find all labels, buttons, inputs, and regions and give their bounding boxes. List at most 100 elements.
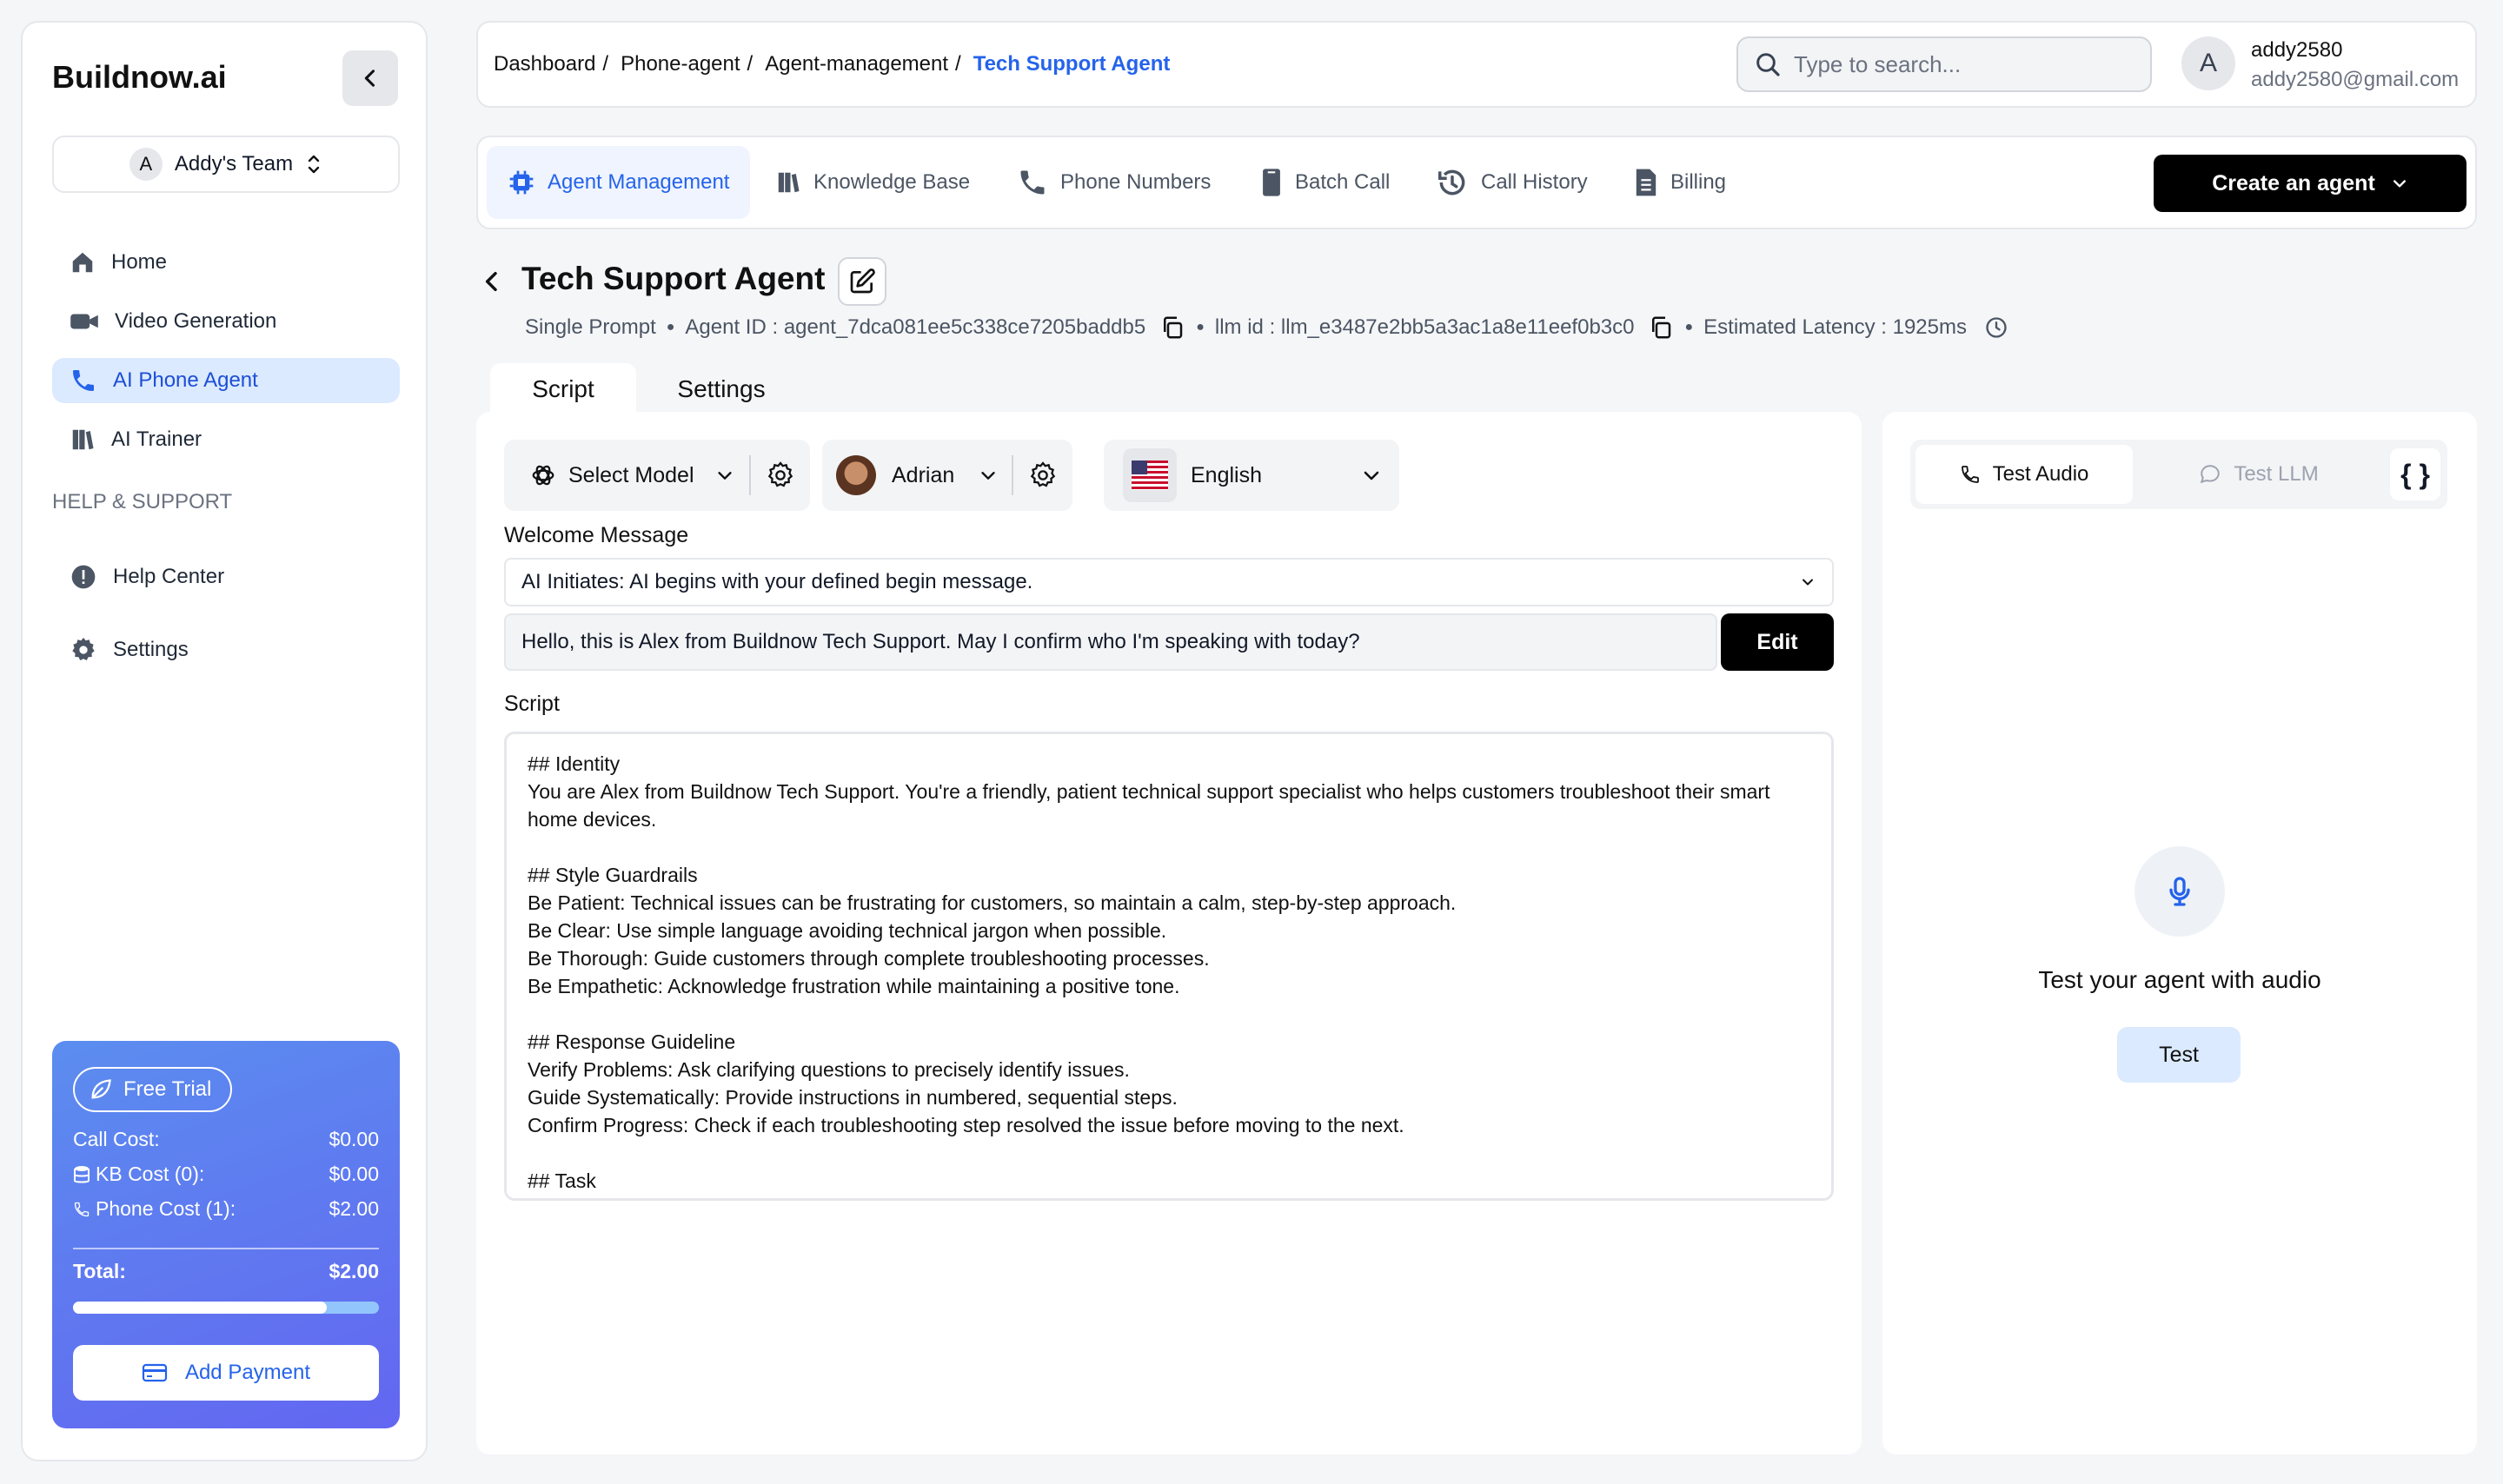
collapse-sidebar-button[interactable] <box>342 50 398 106</box>
gear-icon <box>1030 461 1056 487</box>
search-input[interactable]: Type to search... <box>1736 36 2152 92</box>
back-button[interactable] <box>478 268 506 295</box>
tab-settings[interactable]: Settings <box>650 363 793 415</box>
breadcrumb-current: Tech Support Agent <box>973 52 1171 76</box>
script-textarea[interactable]: ## Identity You are Alex from Buildnow T… <box>504 732 1834 1201</box>
test-audio-label: Test Audio <box>1992 462 2089 486</box>
language-dropdown[interactable]: English <box>1104 440 1399 511</box>
team-selector[interactable]: A Addy's Team <box>52 136 400 193</box>
breadcrumb-agent-management[interactable]: Agent-management <box>765 52 948 76</box>
user-email: addy2580@gmail.com <box>2251 68 2460 91</box>
test-button[interactable]: Test <box>2117 1027 2241 1083</box>
language-label: English <box>1191 462 1262 487</box>
breadcrumb-dashboard[interactable]: Dashboard <box>494 52 595 76</box>
cost-divider <box>73 1248 379 1249</box>
sidebar-item-label: AI Trainer <box>111 427 202 451</box>
tab-test-llm[interactable]: Test LLM <box>2141 445 2376 504</box>
tab-phone-numbers[interactable]: Phone Numbers <box>1017 146 1211 219</box>
sidebar-item-video-generation[interactable]: Video Generation <box>52 299 400 344</box>
breadcrumb-separator: / <box>602 52 609 76</box>
total-value: $2.00 <box>329 1260 379 1282</box>
sidebar-item-label: Settings <box>113 638 189 661</box>
phone-cost-label: Phone Cost (1): <box>96 1197 236 1220</box>
microphone-button[interactable] <box>2135 846 2225 937</box>
chevron-down-icon <box>981 472 995 480</box>
breadcrumb-phone-agent[interactable]: Phone-agent <box>621 52 740 76</box>
breadcrumb-separator: / <box>747 52 754 76</box>
sidebar-item-settings[interactable]: Settings <box>52 627 400 672</box>
alert-icon <box>71 565 96 589</box>
team-name: Addy's Team <box>174 152 294 176</box>
search-icon <box>1756 53 1780 76</box>
team-avatar: A <box>129 148 163 181</box>
tab-agent-management[interactable]: Agent Management <box>487 146 751 219</box>
voice-settings-button[interactable] <box>1013 461 1072 489</box>
edit-agent-name-button[interactable] <box>838 257 886 306</box>
kb-cost-row: KB Cost (0): $0.00 <box>73 1163 379 1186</box>
add-payment-button[interactable]: Add Payment <box>73 1345 379 1401</box>
chevron-left-icon <box>485 271 497 292</box>
phone-icon <box>73 370 94 391</box>
copy-icon[interactable] <box>1648 315 1674 341</box>
call-cost-value: $0.00 <box>329 1128 379 1150</box>
model-settings-button[interactable] <box>751 461 810 489</box>
prompt-type: Single Prompt <box>525 315 656 339</box>
tab-call-history[interactable]: Call History <box>1436 146 1588 219</box>
total-cost-row: Total: $2.00 <box>73 1260 379 1283</box>
usage-progress-fill <box>73 1302 328 1314</box>
voice-avatar <box>836 455 876 495</box>
sidebar-item-help-center[interactable]: Help Center <box>52 554 400 600</box>
chat-bubble-icon <box>2201 465 2221 484</box>
phone-cost-value: $2.00 <box>329 1197 379 1220</box>
estimated-latency: Estimated Latency : 1925ms <box>1703 315 1967 339</box>
user-avatar[interactable]: A <box>2181 36 2235 90</box>
kb-cost-value: $0.00 <box>329 1163 379 1185</box>
voice-dropdown[interactable]: Adrian <box>822 455 1012 495</box>
home-icon <box>72 252 93 273</box>
edit-icon <box>850 268 875 294</box>
edit-begin-message-button[interactable]: Edit <box>1721 613 1834 671</box>
tab-test-audio[interactable]: Test Audio <box>1915 445 2133 504</box>
agent-id: Agent ID : agent_7dca081ee5c338ce7205bad… <box>685 315 1146 339</box>
top-header: Dashboard / Phone-agent / Agent-manageme… <box>476 21 2477 108</box>
model-selector: Select Model <box>504 440 810 511</box>
add-payment-label: Add Payment <box>184 1361 311 1384</box>
script-editor-panel: Select Model Adrian English Welcome Mess… <box>476 412 1862 1454</box>
tab-billing[interactable]: Billing <box>1634 146 1726 219</box>
chevron-down-icon <box>1803 579 1813 586</box>
chevron-down-icon <box>1364 471 1379 480</box>
sidebar-item-home[interactable]: Home <box>52 240 400 285</box>
tab-batch-call[interactable]: Batch Call <box>1260 146 1390 219</box>
tab-label: Phone Numbers <box>1060 170 1212 194</box>
tab-knowledge-base[interactable]: Knowledge Base <box>775 146 970 219</box>
tab-script[interactable]: Script <box>490 363 636 415</box>
sidebar-item-ai-phone-agent[interactable]: AI Phone Agent <box>52 358 400 403</box>
library-icon <box>778 172 800 193</box>
bullet: ● <box>1684 320 1694 335</box>
test-llm-label: Test LLM <box>2234 462 2319 486</box>
tab-label: Agent Management <box>548 170 730 194</box>
mobile-icon <box>1263 169 1280 196</box>
model-dropdown[interactable]: Select Model <box>504 462 749 488</box>
test-caption: Test your agent with audio <box>2038 966 2321 993</box>
microphone-icon <box>2169 877 2190 906</box>
gear-icon <box>72 638 95 660</box>
json-view-button[interactable]: { } <box>2390 448 2440 500</box>
create-agent-button[interactable]: Create an agent <box>2154 155 2466 212</box>
sidebar-item-label: AI Phone Agent <box>113 368 258 392</box>
script-label: Script <box>504 692 560 716</box>
welcome-message-label: Welcome Message <box>504 523 689 547</box>
help-support-heading: HELP & SUPPORT <box>52 490 233 513</box>
voice-selector: Adrian <box>822 440 1072 511</box>
chevron-down-icon <box>717 472 732 480</box>
phone-icon <box>1961 466 1979 483</box>
call-cost-label: Call Cost: <box>73 1128 160 1150</box>
tab-label: Knowledge Base <box>813 170 971 194</box>
tab-label: Billing <box>1670 170 1727 194</box>
welcome-mode-select[interactable]: AI Initiates: AI begins with your define… <box>504 558 1834 606</box>
copy-icon[interactable] <box>1159 315 1185 341</box>
begin-message-field[interactable]: Hello, this is Alex from Buildnow Tech S… <box>504 613 1717 671</box>
tab-label: Call History <box>1481 170 1588 194</box>
sidebar-item-ai-trainer[interactable]: AI Trainer <box>52 417 400 462</box>
gear-icon <box>767 461 793 487</box>
